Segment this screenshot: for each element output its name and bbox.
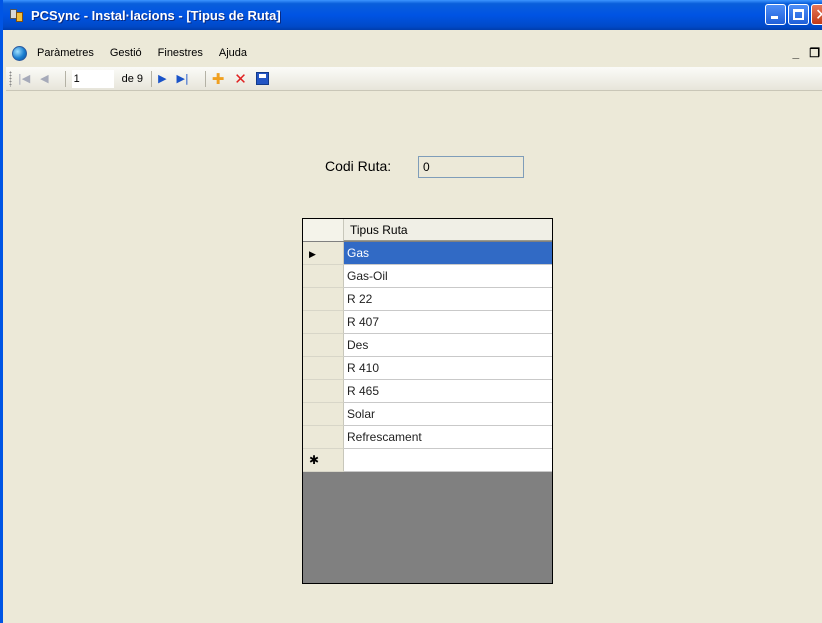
toolbar-grip[interactable] <box>9 70 12 87</box>
move-previous-icon[interactable]: ◀ <box>40 72 48 85</box>
menu-finestres[interactable]: Finestres <box>158 47 203 59</box>
table-row[interactable]: R 407 <box>303 311 552 334</box>
app-icon <box>9 7 25 23</box>
row-header[interactable] <box>303 334 344 357</box>
row-header[interactable] <box>303 265 344 288</box>
toolbar-separator <box>204 70 206 87</box>
row-header[interactable] <box>303 426 344 449</box>
new-row-indicator: ✱ <box>309 453 320 467</box>
menu-ajuda[interactable]: Ajuda <box>219 47 247 59</box>
tipus-ruta-cell[interactable]: Gas <box>344 242 552 265</box>
title-bar[interactable]: PCSync - Instal·lacions - [Tipus de Ruta… <box>3 0 822 30</box>
toolbar-separator <box>64 70 66 87</box>
save-icon[interactable] <box>255 72 269 85</box>
table-row[interactable]: ▶ Gas <box>303 242 552 265</box>
codi-ruta-field[interactable]: 0 <box>418 156 524 178</box>
maximize-icon <box>793 9 804 20</box>
tipus-ruta-cell[interactable]: Refrescament <box>344 426 552 449</box>
grid-header: Tipus Ruta <box>303 219 552 241</box>
table-row[interactable]: R 22 <box>303 288 552 311</box>
move-last-icon[interactable]: ▶| <box>177 72 189 85</box>
menubar: Paràmetres Gestió Finestres Ajuda <box>6 42 822 64</box>
close-button[interactable]: ✕ <box>811 4 822 25</box>
current-row-indicator: ▶ <box>309 249 316 259</box>
row-header[interactable] <box>303 380 344 403</box>
tipus-ruta-cell[interactable]: Des <box>344 334 552 357</box>
tipus-ruta-cell[interactable] <box>344 449 552 472</box>
position-input[interactable]: 1 <box>71 69 114 88</box>
row-header[interactable] <box>303 403 344 426</box>
table-row[interactable]: R 410 <box>303 357 552 380</box>
tipus-ruta-cell[interactable]: R 407 <box>344 311 552 334</box>
menu-parametres[interactable]: Paràmetres <box>37 47 94 59</box>
tipus-ruta-cell[interactable]: Solar <box>344 403 552 426</box>
tipus-ruta-cell[interactable]: R 465 <box>344 380 552 403</box>
mdi-child-controls: _ ❐ <box>793 46 820 60</box>
table-row[interactable]: Gas-Oil <box>303 265 552 288</box>
toolbar-separator <box>151 70 153 87</box>
delete-icon[interactable]: ✕ <box>234 70 247 88</box>
menu-gestio[interactable]: Gestió <box>110 47 142 59</box>
move-next-icon[interactable]: ▶ <box>158 72 166 85</box>
close-icon: ✕ <box>815 5 822 24</box>
row-header[interactable] <box>303 288 344 311</box>
mdi-minimize-icon[interactable]: _ <box>793 46 800 60</box>
table-row[interactable]: Des <box>303 334 552 357</box>
table-row[interactable]: Refrescament <box>303 426 552 449</box>
globe-icon[interactable] <box>12 45 27 61</box>
row-header[interactable]: ✱ <box>303 449 344 472</box>
main-window: PCSync - Instal·lacions - [Tipus de Ruta… <box>0 0 822 623</box>
row-header[interactable]: ▶ <box>303 242 344 265</box>
add-new-icon[interactable]: ✚ <box>212 70 225 88</box>
mdi-restore-icon[interactable]: ❐ <box>809 46 820 60</box>
binding-navigator-toolbar: |◀ ◀ 1 de 9 ▶ ▶| ✚ ✕ <box>6 67 822 91</box>
grid-corner-header[interactable] <box>303 219 344 241</box>
codi-ruta-label: Codi Ruta: <box>325 158 392 174</box>
minimize-button[interactable] <box>765 4 786 25</box>
move-first-icon[interactable]: |◀ <box>18 72 30 85</box>
row-header[interactable] <box>303 357 344 380</box>
new-row[interactable]: ✱ <box>303 449 552 472</box>
maximize-button[interactable] <box>788 4 809 25</box>
row-header[interactable] <box>303 311 344 334</box>
tipus-ruta-grid[interactable]: Tipus Ruta ▶ Gas Gas-Oil R 22 R 407 Des R 410 R… <box>302 218 553 584</box>
tipus-ruta-cell[interactable]: R 22 <box>344 288 552 311</box>
table-row[interactable]: R 465 <box>303 380 552 403</box>
minimize-icon <box>771 16 778 19</box>
column-header-tipus-ruta[interactable]: Tipus Ruta <box>344 219 552 240</box>
record-count-label: de 9 <box>121 72 144 85</box>
table-row[interactable]: Solar <box>303 403 552 426</box>
tipus-ruta-cell[interactable]: Gas-Oil <box>344 265 552 288</box>
window-title: PCSync - Instal·lacions - [Tipus de Ruta… <box>31 7 281 23</box>
tipus-ruta-cell[interactable]: R 410 <box>344 357 552 380</box>
